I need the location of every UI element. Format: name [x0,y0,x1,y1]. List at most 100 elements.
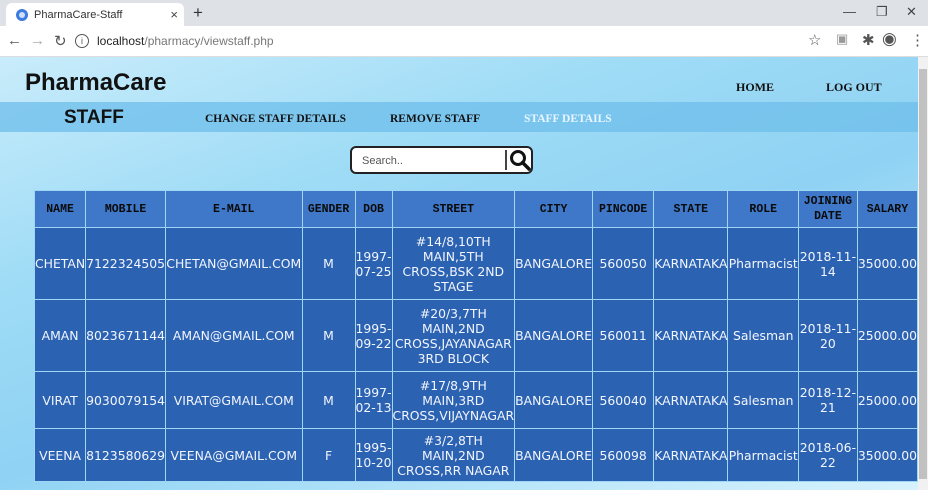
table-row: VEENA 8123580629 VEENA@GMAIL.COM F 1995-… [33,428,918,482]
cell-state: KARNATAKA [653,371,729,429]
cell-joining-date: 2018-11-14 [798,227,858,300]
tab-close-icon[interactable]: × [170,7,178,22]
cell-salary: 35000.00 [856,227,918,300]
cell-salary: 25000.00 [856,299,918,372]
section-title: STAFF [64,107,124,128]
browser-tab-bar: PharmaCare-Staff × + — ❐ ✕ [0,0,928,26]
col-header-email: E-MAIL [165,190,303,228]
search-icon[interactable] [508,148,532,172]
cell-city: BANGALORE [514,299,594,372]
cell-pincode: 560098 [592,428,655,482]
home-link[interactable]: HOME [736,80,774,95]
cell-salary: 25000.00 [856,371,918,429]
col-header-name: NAME [33,190,87,228]
profile-avatar-icon[interactable]: ◉ [882,29,897,49]
search-input[interactable] [360,152,504,170]
cell-gender: M [301,371,356,429]
forward-icon[interactable]: → [30,32,45,49]
staff-subnav: STAFF CHANGE STAFF DETAILS REMOVE STAFF … [0,102,918,132]
back-icon[interactable]: ← [7,32,22,49]
cell-role: Salesman [727,299,800,372]
staff-details-link[interactable]: STAFF DETAILS [524,113,612,125]
bookmark-star-icon[interactable]: ☆ [808,31,821,49]
address-bar: ← → ↻ i localhost/pharmacy/viewstaff.php… [0,26,928,57]
cell-mobile: 8023671144 [85,299,166,372]
logout-link[interactable]: LOG OUT [826,80,882,95]
col-header-mobile: MOBILE [85,190,166,228]
minimize-icon[interactable]: — [843,4,856,19]
col-header-street: STREET [391,190,516,228]
page-scrollbar[interactable] [918,57,928,490]
remove-staff-link[interactable]: REMOVE STAFF [390,113,480,125]
cell-mobile: 7122324505 [85,227,166,300]
cell-joining-date: 2018-12-21 [798,371,858,429]
table-row: AMAN 8023671144 AMAN@GMAIL.COM M 1995-09… [33,299,918,372]
page-body: PharmaCare HOME LOG OUT STAFF CHANGE STA… [0,57,918,490]
cell-name: AMAN [33,299,87,372]
col-header-dob: DOB [354,190,393,228]
cell-mobile: 9030079154 [85,371,166,429]
col-header-state: STATE [653,190,729,228]
search-divider [505,150,507,170]
col-header-city: CITY [514,190,594,228]
table-row: CHETAN 7122324505 CHETAN@GMAIL.COM M 199… [33,227,918,300]
url-host: localhost [97,34,145,48]
col-header-role: ROLE [727,190,800,228]
restore-icon[interactable]: ❐ [876,4,888,20]
cell-state: KARNATAKA [653,299,729,372]
cell-street: #14/8,10TH MAIN,5TH CROSS,BSK 2ND STAGE [391,227,516,300]
table-row: VIRAT 9030079154 VIRAT@GMAIL.COM M 1997-… [33,371,918,429]
url-field[interactable]: i localhost/pharmacy/viewstaff.php [75,30,795,52]
extension-icon[interactable]: ▣ [836,31,848,47]
tab-title: PharmaCare-Staff [34,8,123,21]
cell-state: KARNATAKA [653,227,729,300]
browser-tab[interactable]: PharmaCare-Staff × [6,3,184,26]
cell-pincode: 560050 [592,227,655,300]
cell-role: Salesman [727,371,800,429]
site-logo[interactable]: PharmaCare [25,69,166,97]
cell-street: #17/8,9TH MAIN,3RD CROSS,VIJAYNAGAR [391,371,516,429]
cell-state: KARNATAKA [653,428,729,482]
search-box [350,146,533,174]
site-favicon-icon [16,8,28,21]
extensions-puzzle-icon[interactable]: ✱ [862,31,875,49]
cell-email: VEENA@GMAIL.COM [165,428,303,482]
menu-kebab-icon[interactable]: ⋮ [910,31,925,49]
url-path: /pharmacy/viewstaff.php [144,34,274,48]
reload-icon[interactable]: ↻ [54,32,67,50]
cell-role: Pharmacist [727,428,800,482]
cell-gender: F [301,428,356,482]
cell-email: VIRAT@GMAIL.COM [165,371,303,429]
cell-dob: 1997-02-13 [354,371,393,429]
cell-joining-date: 2018-11-20 [798,299,858,372]
cell-dob: 1997-07-25 [354,227,393,300]
table-header-row: NAME MOBILE E-MAIL GENDER DOB STREET CIT… [33,190,918,228]
scrollbar-thumb[interactable] [919,69,927,479]
cell-name: CHETAN [33,227,87,300]
new-tab-button[interactable]: + [193,3,203,23]
cell-pincode: 560040 [592,371,655,429]
cell-gender: M [301,227,356,300]
window-close-icon[interactable]: ✕ [906,4,917,20]
cell-mobile: 8123580629 [85,428,166,482]
cell-salary: 35000.00 [856,428,918,482]
col-header-joining-date: JOINING DATE [798,190,858,228]
cell-street: #20/3,7TH MAIN,2ND CROSS,JAYANAGAR 3RD B… [391,299,516,372]
cell-dob: 1995-09-22 [354,299,393,372]
cell-email: AMAN@GMAIL.COM [165,299,303,372]
cell-dob: 1995-10-20 [354,428,393,482]
cell-joining-date: 2018-06-22 [798,428,858,482]
site-info-icon[interactable]: i [75,34,89,48]
cell-city: BANGALORE [514,428,594,482]
cell-city: BANGALORE [514,371,594,429]
cell-gender: M [301,299,356,372]
cell-name: VIRAT [33,371,87,429]
cell-city: BANGALORE [514,227,594,300]
change-staff-link[interactable]: CHANGE STAFF DETAILS [205,113,346,125]
cell-role: Pharmacist [727,227,800,300]
cell-street: #3/2,8TH MAIN,2ND CROSS,RR NAGAR [391,428,516,482]
col-header-salary: SALARY [856,190,918,228]
col-header-pincode: PINCODE [592,190,655,228]
staff-table: NAME MOBILE E-MAIL GENDER DOB STREET CIT… [33,190,918,482]
col-header-gender: GENDER [301,190,356,228]
